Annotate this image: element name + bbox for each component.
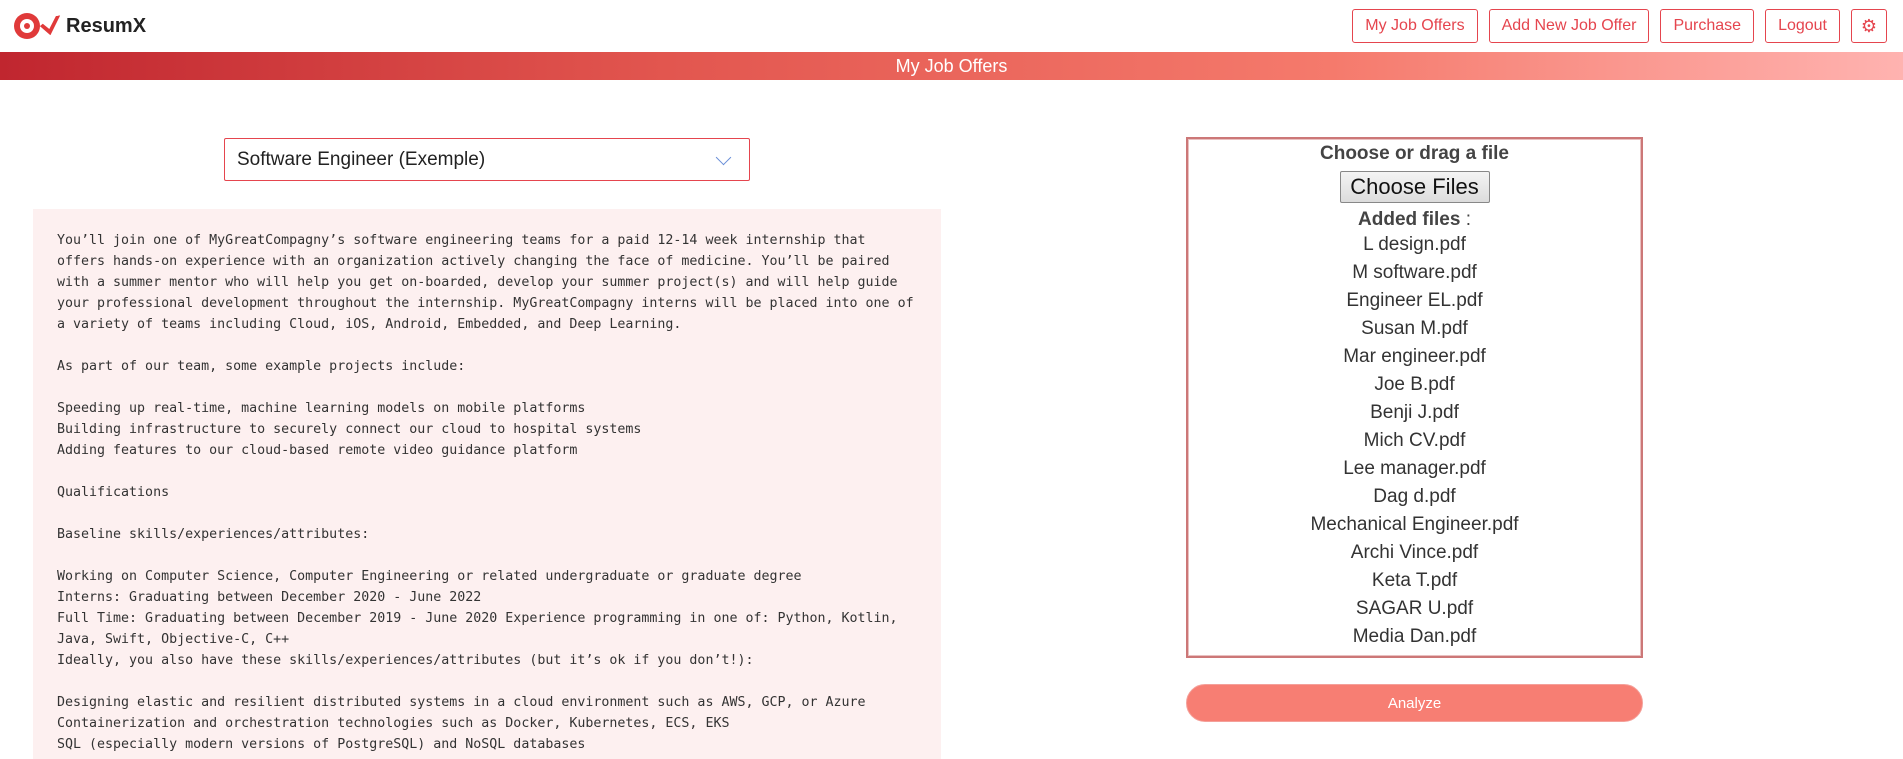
job-description-panel: You’ll join one of MyGreatCompagny’s sof… [33, 209, 941, 759]
file-item: Media Dan.pdf [1352, 626, 1477, 647]
analyze-button[interactable]: Analyze [1186, 684, 1643, 722]
file-dropzone[interactable]: Choose or drag a file Choose Files Added… [1186, 137, 1643, 658]
file-item: SAGAR U.pdf [1355, 598, 1474, 619]
file-item: Mechanical Engineer.pdf [1310, 514, 1519, 535]
file-item: Keta T.pdf [1371, 570, 1458, 591]
job-offer-selected-value: Software Engineer (Exemple) [237, 148, 486, 170]
file-item: Archi Vince.pdf [1350, 542, 1479, 563]
page-title: My Job Offers [895, 55, 1008, 76]
file-item: Mich CV.pdf [1363, 430, 1466, 451]
file-item: Lee manager.pdf [1343, 458, 1486, 479]
file-item: Dag d.pdf [1373, 486, 1456, 507]
dropzone-title: Choose or drag a file [1320, 143, 1509, 164]
file-item: M software.pdf [1352, 262, 1477, 283]
settings-button[interactable]: ⚙ [1851, 9, 1887, 43]
file-item: Joe B.pdf [1374, 374, 1455, 395]
top-nav: My Job Offers Add New Job Offer Purchase… [1352, 9, 1887, 43]
file-item: Benji J.pdf [1370, 402, 1459, 423]
app-name: ResumX [66, 14, 147, 37]
my-job-offers-button[interactable]: My Job Offers [1352, 9, 1478, 43]
add-new-job-offer-button[interactable]: Add New Job Offer [1488, 9, 1650, 43]
logout-button[interactable]: Logout [1765, 9, 1840, 43]
file-item: Engineer EL.pdf [1346, 290, 1483, 311]
purchase-button[interactable]: Purchase [1660, 9, 1755, 43]
app-logo[interactable]: ResumX [14, 11, 146, 41]
header: ResumX My Job Offers Add New Job Offer P… [0, 0, 1903, 52]
file-item: L design.pdf [1363, 234, 1466, 255]
page-title-bar: My Job Offers [0, 52, 1903, 80]
job-offer-select[interactable]: Software Engineer (Exemple) [224, 138, 750, 181]
file-item: Mar engineer.pdf [1343, 346, 1486, 367]
chevron-down-icon [715, 149, 732, 166]
choose-files-button[interactable]: Choose Files [1339, 171, 1490, 203]
resumx-logo-icon [14, 11, 64, 41]
added-files-list: L design.pdf M software.pdf Engineer EL.… [1310, 231, 1518, 651]
job-description-text: You’ll join one of MyGreatCompagny’s sof… [57, 233, 914, 752]
added-files-heading: Added files : [1358, 209, 1471, 230]
file-item: Susan M.pdf [1361, 318, 1468, 339]
gear-icon: ⚙ [1860, 15, 1878, 36]
